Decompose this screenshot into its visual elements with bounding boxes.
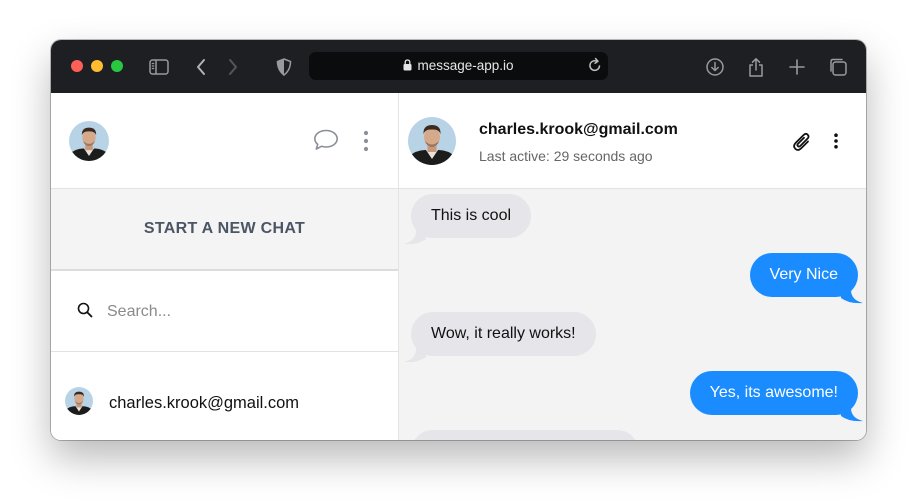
contact-list-item[interactable]: charles.krook@gmail.com xyxy=(51,383,398,423)
url-text: message-app.io xyxy=(417,58,514,73)
zoom-window-button[interactable] xyxy=(111,60,123,72)
new-tab-icon[interactable] xyxy=(786,56,808,78)
search-icon xyxy=(77,302,93,323)
chat-more-icon[interactable] xyxy=(833,133,839,154)
last-active-status: Last active: 29 seconds ago xyxy=(479,148,653,164)
new-message-icon[interactable] xyxy=(313,129,339,156)
message-bubble-incoming: Wow, it really works! xyxy=(411,312,596,356)
tab-overview-icon[interactable] xyxy=(827,56,849,78)
lock-icon xyxy=(403,59,412,74)
minimize-window-button[interactable] xyxy=(91,60,103,72)
share-icon[interactable] xyxy=(745,56,767,78)
sidebar: START A NEW CHAT charles.krook@gmail.com xyxy=(51,93,399,440)
downloads-icon[interactable] xyxy=(704,56,726,78)
address-bar[interactable]: message-app.io xyxy=(309,52,608,80)
sidebar-header xyxy=(51,93,398,189)
reload-icon[interactable] xyxy=(588,57,602,78)
chat-contact-avatar[interactable] xyxy=(408,117,456,165)
search-bar xyxy=(51,271,398,352)
privacy-shield-icon[interactable] xyxy=(273,56,295,78)
contact-avatar xyxy=(65,387,93,415)
chat-panel: charles.krook@gmail.com Last active: 29 … xyxy=(399,93,866,440)
attachment-icon[interactable] xyxy=(791,130,813,159)
message-bubble-outgoing: Very Nice xyxy=(749,253,858,297)
back-icon[interactable] xyxy=(190,56,212,78)
close-window-button[interactable] xyxy=(71,60,83,72)
chat-header: charles.krook@gmail.com Last active: 29 … xyxy=(399,93,866,189)
user-avatar[interactable] xyxy=(69,121,109,161)
start-new-chat-button[interactable]: START A NEW CHAT xyxy=(51,189,398,271)
contact-email: charles.krook@gmail.com xyxy=(109,394,300,412)
chat-contact-email: charles.krook@gmail.com xyxy=(479,121,678,138)
message-bubble-outgoing: Yes, its awesome! xyxy=(689,371,858,415)
sidebar-toggle-icon[interactable] xyxy=(148,56,170,78)
search-input[interactable] xyxy=(105,299,379,325)
forward-icon[interactable] xyxy=(222,56,244,78)
message-bubble-incoming: This is cool xyxy=(411,194,532,238)
message-bubble-partial xyxy=(411,430,639,440)
browser-toolbar: message-app.io xyxy=(51,40,866,93)
page-content: START A NEW CHAT charles.krook@gmail.com xyxy=(51,93,866,440)
sidebar-more-icon[interactable] xyxy=(362,130,370,157)
browser-window: message-app.io START A NEW CHAT Search..… xyxy=(51,40,866,440)
